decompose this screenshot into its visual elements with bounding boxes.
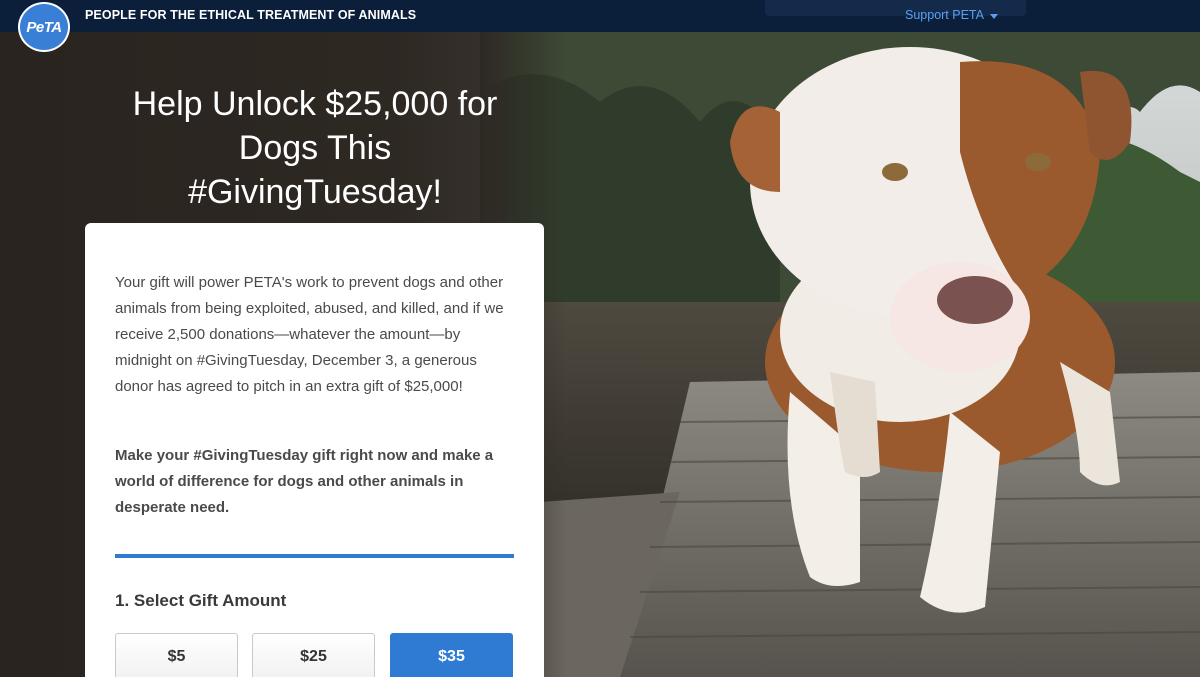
call-to-action-paragraph: Make your #GivingTuesday gift right now … — [115, 447, 494, 516]
amount-button-25[interactable]: $25 — [252, 633, 375, 677]
amount-button-5[interactable]: $5 — [115, 633, 238, 677]
caret-down-icon — [989, 13, 998, 19]
support-peta-dropdown[interactable]: Support PETA — [905, 8, 998, 22]
donation-card: Your gift will power PETA's work to prev… — [85, 223, 544, 677]
peta-logo[interactable]: PeTA — [18, 2, 70, 52]
dog-photo — [480, 32, 1200, 677]
step-title: 1. Select Gift Amount — [115, 591, 287, 610]
org-name: PEOPLE FOR THE ETHICAL TREATMENT OF ANIM… — [85, 8, 417, 22]
support-peta-label: Support PETA — [905, 8, 984, 22]
amount-button-35[interactable]: $35 — [390, 633, 513, 677]
appeal-paragraph: Your gift will power PETA's work to prev… — [115, 274, 504, 395]
top-bar: PEOPLE FOR THE ETHICAL TREATMENT OF ANIM… — [0, 0, 1200, 32]
logo-text: PeTA — [26, 18, 62, 36]
progress-divider — [115, 554, 514, 558]
page-headline: Help Unlock $25,000 for Dogs This #Givin… — [132, 85, 498, 211]
